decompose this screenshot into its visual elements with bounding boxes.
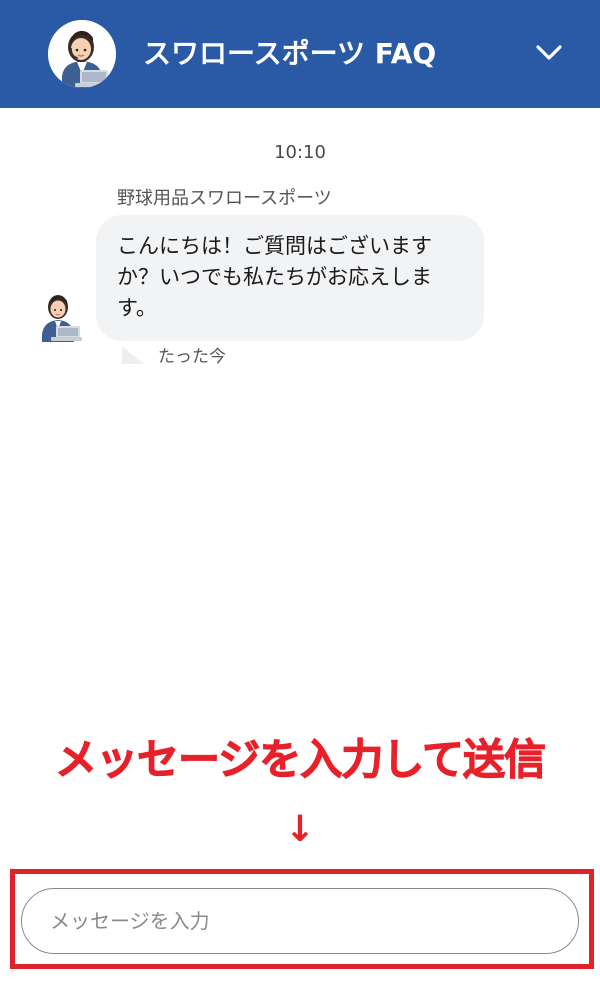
chevron-down-icon[interactable] xyxy=(533,36,565,68)
down-arrow-icon: ↓ xyxy=(284,809,316,850)
message-text: こんにちは！ご質問はございますか？いつでも私たちがお応えします。 xyxy=(117,234,432,320)
message-input[interactable] xyxy=(21,888,579,954)
message-bubble: こんにちは！ご質問はございますか？いつでも私たちがお応えします。 xyxy=(96,215,484,341)
support-agent-avatar-icon xyxy=(48,20,116,88)
message-tail-marker xyxy=(122,346,144,364)
message-sent-time: たった今 xyxy=(158,347,226,367)
support-agent-avatar-icon xyxy=(38,290,82,342)
sender-name: 野球用品スワロースポーツ xyxy=(117,188,332,209)
instruction-caption: メッセージを入力して送信 xyxy=(55,735,547,785)
chat-header: スワロースポーツ FAQ xyxy=(0,0,600,108)
header-title: スワロースポーツ FAQ xyxy=(143,37,437,70)
message-timestamp: 10:10 xyxy=(274,142,326,163)
